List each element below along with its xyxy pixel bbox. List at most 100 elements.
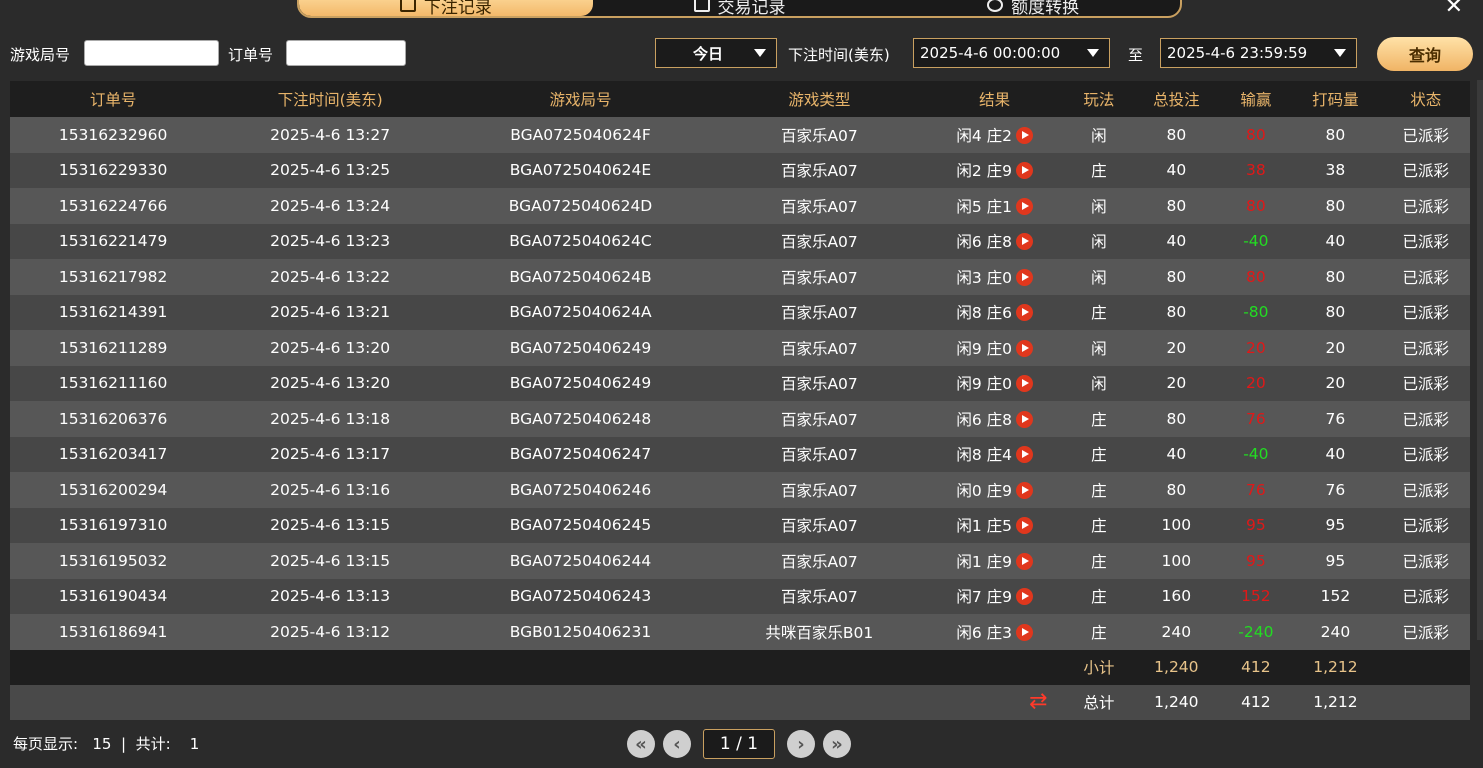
table-row[interactable]: 15316232960 2025-4-6 13:27 BGA0725040624F 百… — [10, 117, 1470, 153]
game-round-cell: BGA07250406245 — [444, 507, 717, 543]
order-no-cell: 15316211160 — [10, 365, 217, 401]
result-text: 闲5 庄1 — [956, 197, 1012, 216]
total-label: 共计: — [135, 735, 171, 753]
query-button[interactable]: 查询 — [1377, 37, 1473, 71]
result-cell: 闲5 庄1 — [921, 188, 1068, 224]
play-replay-icon[interactable] — [1016, 375, 1033, 393]
refresh-icon[interactable]: ⇄ — [1029, 691, 1047, 713]
column-header: 游戏局号 — [444, 81, 717, 117]
tab-credit-transfer[interactable]: 额度转换 — [886, 0, 1180, 16]
table-row[interactable]: 15316217982 2025-4-6 13:22 BGA0725040624B 百… — [10, 259, 1470, 295]
order-no-cell: 15316190434 — [10, 578, 217, 614]
close-icon[interactable]: ✕ — [1445, 0, 1463, 19]
last-page-icon[interactable]: » — [823, 730, 851, 758]
play-replay-icon[interactable] — [1016, 126, 1033, 144]
play-replay-icon[interactable] — [1016, 162, 1033, 180]
turnover-cell: 40 — [1289, 436, 1382, 472]
page-summary: 每页显示: 15 | 共计: 1 — [13, 733, 199, 754]
calendar-icon — [399, 0, 416, 12]
result-cell: 闲6 庄3 — [921, 614, 1068, 650]
table-row[interactable]: 15316214391 2025-4-6 13:21 BGA0725040624A 百… — [10, 294, 1470, 330]
play-replay-icon[interactable] — [1016, 481, 1033, 499]
table-row[interactable]: 15316203417 2025-4-6 13:17 BGA07250406247 百… — [10, 436, 1470, 472]
play-replay-icon[interactable] — [1016, 268, 1033, 286]
scrollbar[interactable] — [1477, 80, 1483, 640]
start-time-select[interactable]: 2025-4-6 00:00:00 — [913, 38, 1110, 68]
play-replay-icon[interactable] — [1016, 517, 1033, 535]
bet-time-cell: 2025-4-6 13:22 — [216, 259, 445, 295]
order-no-cell: 15316221479 — [10, 223, 217, 259]
bet-time-cell: 2025-4-6 13:23 — [216, 223, 445, 259]
game-round-input[interactable] — [84, 40, 219, 66]
table-row[interactable]: 15316195032 2025-4-6 13:15 BGA07250406244 百… — [10, 543, 1470, 579]
table-row[interactable]: 15316190434 2025-4-6 13:13 BGA07250406243 百… — [10, 578, 1470, 614]
winloss-cell: 20 — [1222, 365, 1290, 401]
turnover-cell: 76 — [1289, 401, 1382, 437]
order-no-cell: 15316186941 — [10, 614, 217, 650]
bet-on-cell: 闲 — [1067, 330, 1131, 366]
turnover-cell: 40 — [1289, 223, 1382, 259]
winloss-cell: 80 — [1222, 188, 1290, 224]
game-type-cell: 百家乐A07 — [716, 294, 922, 330]
bet-on-cell: 庄 — [1067, 436, 1131, 472]
table-row[interactable]: 15316224766 2025-4-6 13:24 BGA0725040624D 百… — [10, 188, 1470, 224]
result-cell: 闲1 庄9 — [921, 543, 1068, 579]
turnover-cell: 80 — [1289, 117, 1382, 153]
table-row[interactable]: 15316200294 2025-4-6 13:16 BGA07250406246 百… — [10, 472, 1470, 508]
total-bet-cell: 80 — [1130, 188, 1223, 224]
column-header: 订单号 — [10, 81, 217, 117]
result-cell: 闲6 庄8 — [921, 401, 1068, 437]
table-row[interactable]: 15316197310 2025-4-6 13:15 BGA07250406245 百… — [10, 507, 1470, 543]
status-cell: 已派彩 — [1381, 365, 1470, 401]
table-row[interactable]: 15316211289 2025-4-6 13:20 BGA07250406249 百… — [10, 330, 1470, 366]
chevron-down-icon — [754, 49, 766, 57]
table-row[interactable]: 15316229330 2025-4-6 13:25 BGA0725040624E 百… — [10, 152, 1470, 188]
total-bet-cell: 40 — [1130, 152, 1223, 188]
order-no-input[interactable] — [286, 40, 406, 66]
status-cell: 已派彩 — [1381, 330, 1470, 366]
tab-bet-records[interactable]: 下注记录 — [299, 0, 593, 16]
table-row[interactable]: 15316186941 2025-4-6 13:12 BGB01250406231 共… — [10, 614, 1470, 650]
first-page-icon[interactable]: « — [627, 730, 655, 758]
to-label: 至 — [1128, 46, 1144, 64]
column-header: 总投注 — [1130, 81, 1223, 117]
result-cell: 闲2 庄9 — [921, 152, 1068, 188]
result-text: 闲9 庄0 — [956, 339, 1012, 358]
result-text: 闲1 庄5 — [956, 517, 1012, 536]
play-replay-icon[interactable] — [1016, 623, 1033, 641]
play-replay-icon[interactable] — [1016, 233, 1033, 251]
winloss-cell: -40 — [1222, 223, 1290, 259]
turnover-cell: 38 — [1289, 152, 1382, 188]
page-indicator[interactable]: 1 / 1 — [703, 729, 775, 759]
date-range-select[interactable]: 今日 — [655, 38, 777, 68]
subtotal-total: 1,240 — [1130, 649, 1223, 685]
tab-transaction-records[interactable]: 交易记录 — [593, 0, 887, 16]
total-count: 1 — [189, 735, 200, 753]
total-bet-cell: 40 — [1130, 223, 1223, 259]
table-row[interactable]: 15316211160 2025-4-6 13:20 BGA07250406249 百… — [10, 365, 1470, 401]
table-row[interactable]: 15316221479 2025-4-6 13:23 BGA0725040624C 百… — [10, 223, 1470, 259]
table-row[interactable]: 15316206376 2025-4-6 13:18 BGA07250406248 百… — [10, 401, 1470, 437]
turnover-cell: 240 — [1289, 614, 1382, 650]
game-type-cell: 百家乐A07 — [716, 401, 922, 437]
bet-time-cell: 2025-4-6 13:15 — [216, 543, 445, 579]
end-time-select[interactable]: 2025-4-6 23:59:59 — [1160, 38, 1357, 68]
bet-time-cell: 2025-4-6 13:13 — [216, 578, 445, 614]
game-type-cell: 百家乐A07 — [716, 152, 922, 188]
next-page-icon[interactable]: › — [787, 730, 815, 758]
turnover-cell: 80 — [1289, 188, 1382, 224]
game-type-cell: 百家乐A07 — [716, 578, 922, 614]
total-bet-cell: 80 — [1130, 259, 1223, 295]
turnover-cell: 95 — [1289, 543, 1382, 579]
tab-bar: 下注记录 交易记录 额度转换 — [297, 0, 1182, 18]
play-replay-icon[interactable] — [1016, 446, 1033, 464]
play-replay-icon[interactable] — [1016, 552, 1033, 570]
play-replay-icon[interactable] — [1016, 588, 1033, 606]
play-replay-icon[interactable] — [1016, 410, 1033, 428]
order-no-cell: 15316211289 — [10, 330, 217, 366]
play-replay-icon[interactable] — [1016, 197, 1033, 215]
play-replay-icon[interactable] — [1016, 339, 1033, 357]
play-replay-icon[interactable] — [1016, 304, 1033, 322]
prev-page-icon[interactable]: ‹ — [663, 730, 691, 758]
column-header: 游戏类型 — [716, 81, 922, 117]
